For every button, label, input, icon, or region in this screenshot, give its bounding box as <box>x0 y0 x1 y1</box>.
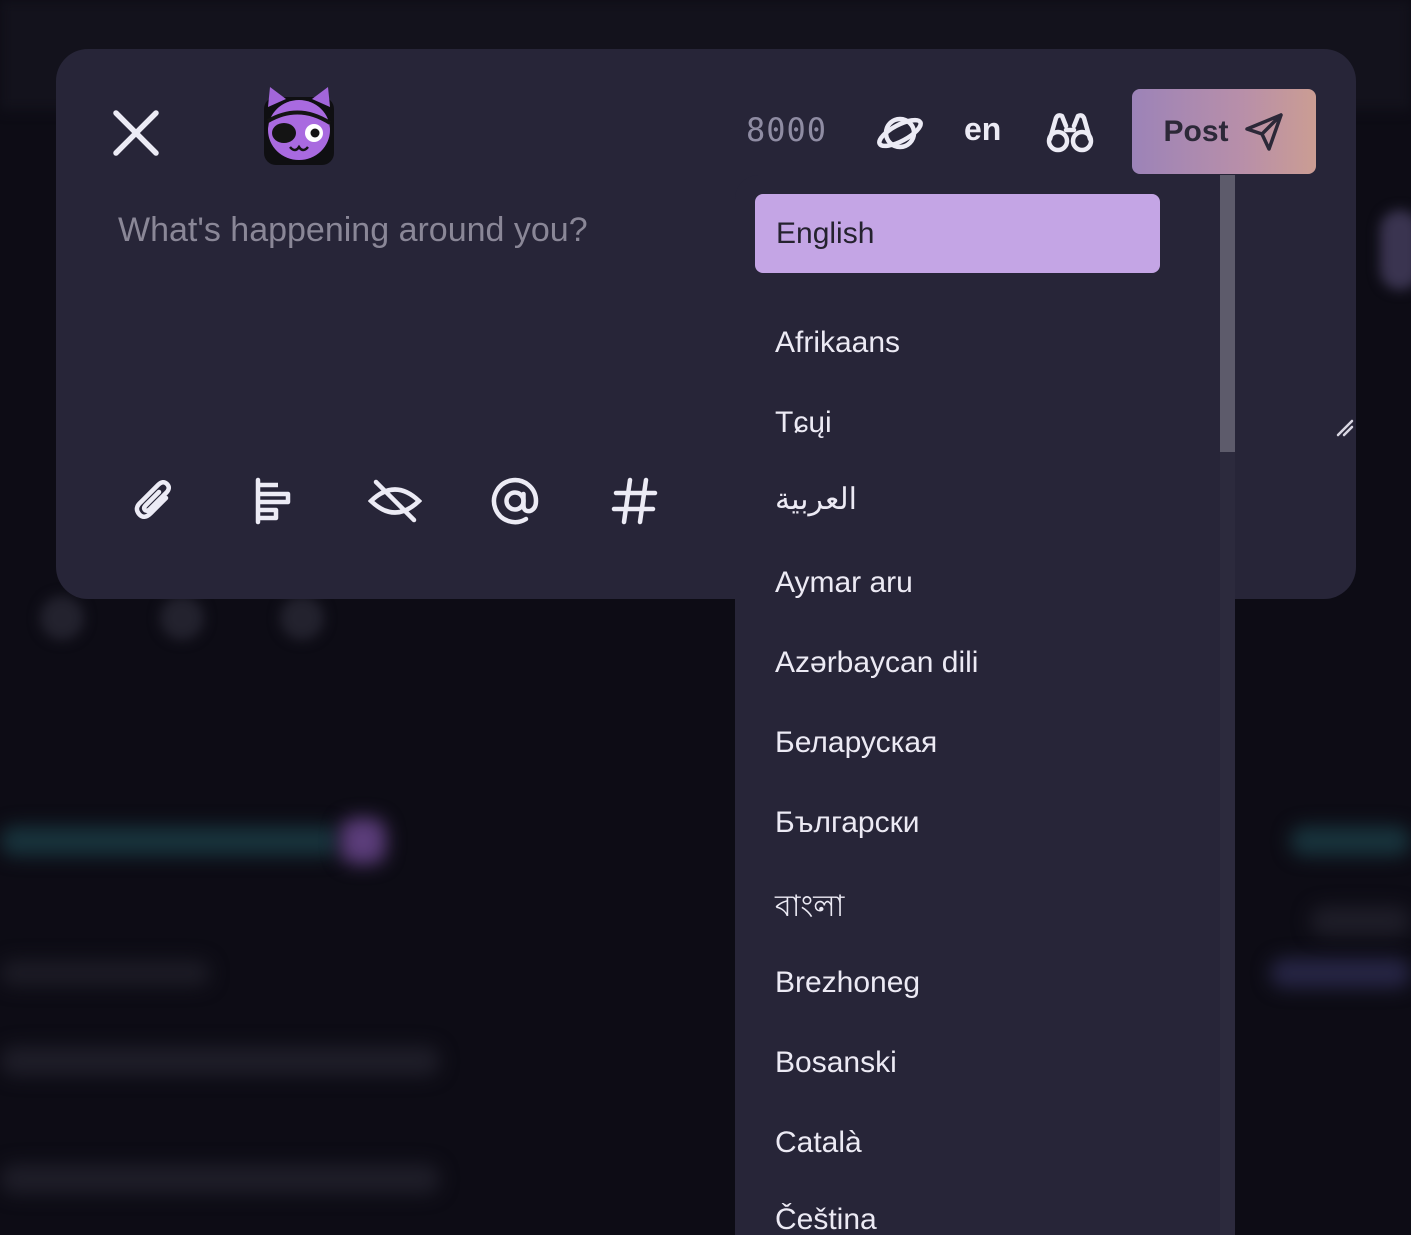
background-fragment <box>280 596 324 640</box>
background-fragment <box>40 596 84 640</box>
close-button[interactable] <box>108 105 164 161</box>
background-fragment <box>0 826 340 856</box>
avatar[interactable] <box>262 85 336 167</box>
character-counter: 8000 <box>746 111 828 149</box>
language-option[interactable]: বাংলা <box>775 882 844 933</box>
background-fragment <box>1380 210 1411 290</box>
close-icon <box>113 110 159 156</box>
language-option[interactable]: Aymar aru <box>775 566 913 600</box>
sensitive-content-button[interactable] <box>367 473 423 529</box>
binoculars-icon <box>1046 113 1094 153</box>
poll-icon <box>255 477 291 525</box>
dropdown-scrollbar[interactable] <box>1220 175 1235 1235</box>
background-fragment <box>160 596 204 640</box>
resize-handle-icon[interactable] <box>1334 417 1356 439</box>
language-option[interactable]: Беларуская <box>775 726 937 760</box>
attach-button[interactable] <box>127 473 183 529</box>
hashtag-button[interactable] <box>607 473 663 529</box>
language-option[interactable]: Azərbaycan dili <box>775 646 978 680</box>
language-option[interactable]: العربية <box>775 482 857 517</box>
scrollbar-thumb[interactable] <box>1220 175 1235 452</box>
eye-off-icon <box>368 479 422 523</box>
paperclip-icon <box>134 480 171 519</box>
language-option[interactable]: Čeština <box>775 1203 877 1235</box>
mention-button[interactable] <box>487 473 543 529</box>
language-button[interactable]: en <box>964 111 1001 148</box>
post-button[interactable]: Post <box>1132 89 1316 174</box>
language-dropdown[interactable]: English Afrikaans Tɕųi العربية Aymar aru… <box>735 175 1235 1235</box>
language-option[interactable]: Brezhoneg <box>775 966 920 1000</box>
language-option[interactable]: Български <box>775 806 919 840</box>
background-fragment <box>1270 958 1411 988</box>
language-option[interactable]: Tɕųi <box>775 406 832 440</box>
background-fragment <box>340 818 386 864</box>
at-icon <box>491 477 539 525</box>
hashtag-icon <box>611 477 658 525</box>
language-option[interactable]: Català <box>775 1126 862 1160</box>
background-fragment <box>1310 906 1411 936</box>
language-option-selected[interactable]: English <box>755 194 1160 273</box>
post-content-input[interactable] <box>116 209 740 433</box>
language-option[interactable]: Bosanski <box>775 1046 897 1080</box>
poll-button[interactable] <box>247 473 303 529</box>
language-option[interactable]: Afrikaans <box>775 326 900 360</box>
background-fragment <box>0 1164 440 1194</box>
background-fragment <box>0 1046 440 1076</box>
filter-button[interactable] <box>1044 107 1096 159</box>
post-button-label: Post <box>1163 114 1229 148</box>
background-fragment <box>0 960 210 986</box>
globe-icon <box>877 116 923 150</box>
visibility-button[interactable] <box>874 107 926 159</box>
send-icon <box>1244 112 1283 151</box>
background-fragment <box>1290 826 1411 856</box>
